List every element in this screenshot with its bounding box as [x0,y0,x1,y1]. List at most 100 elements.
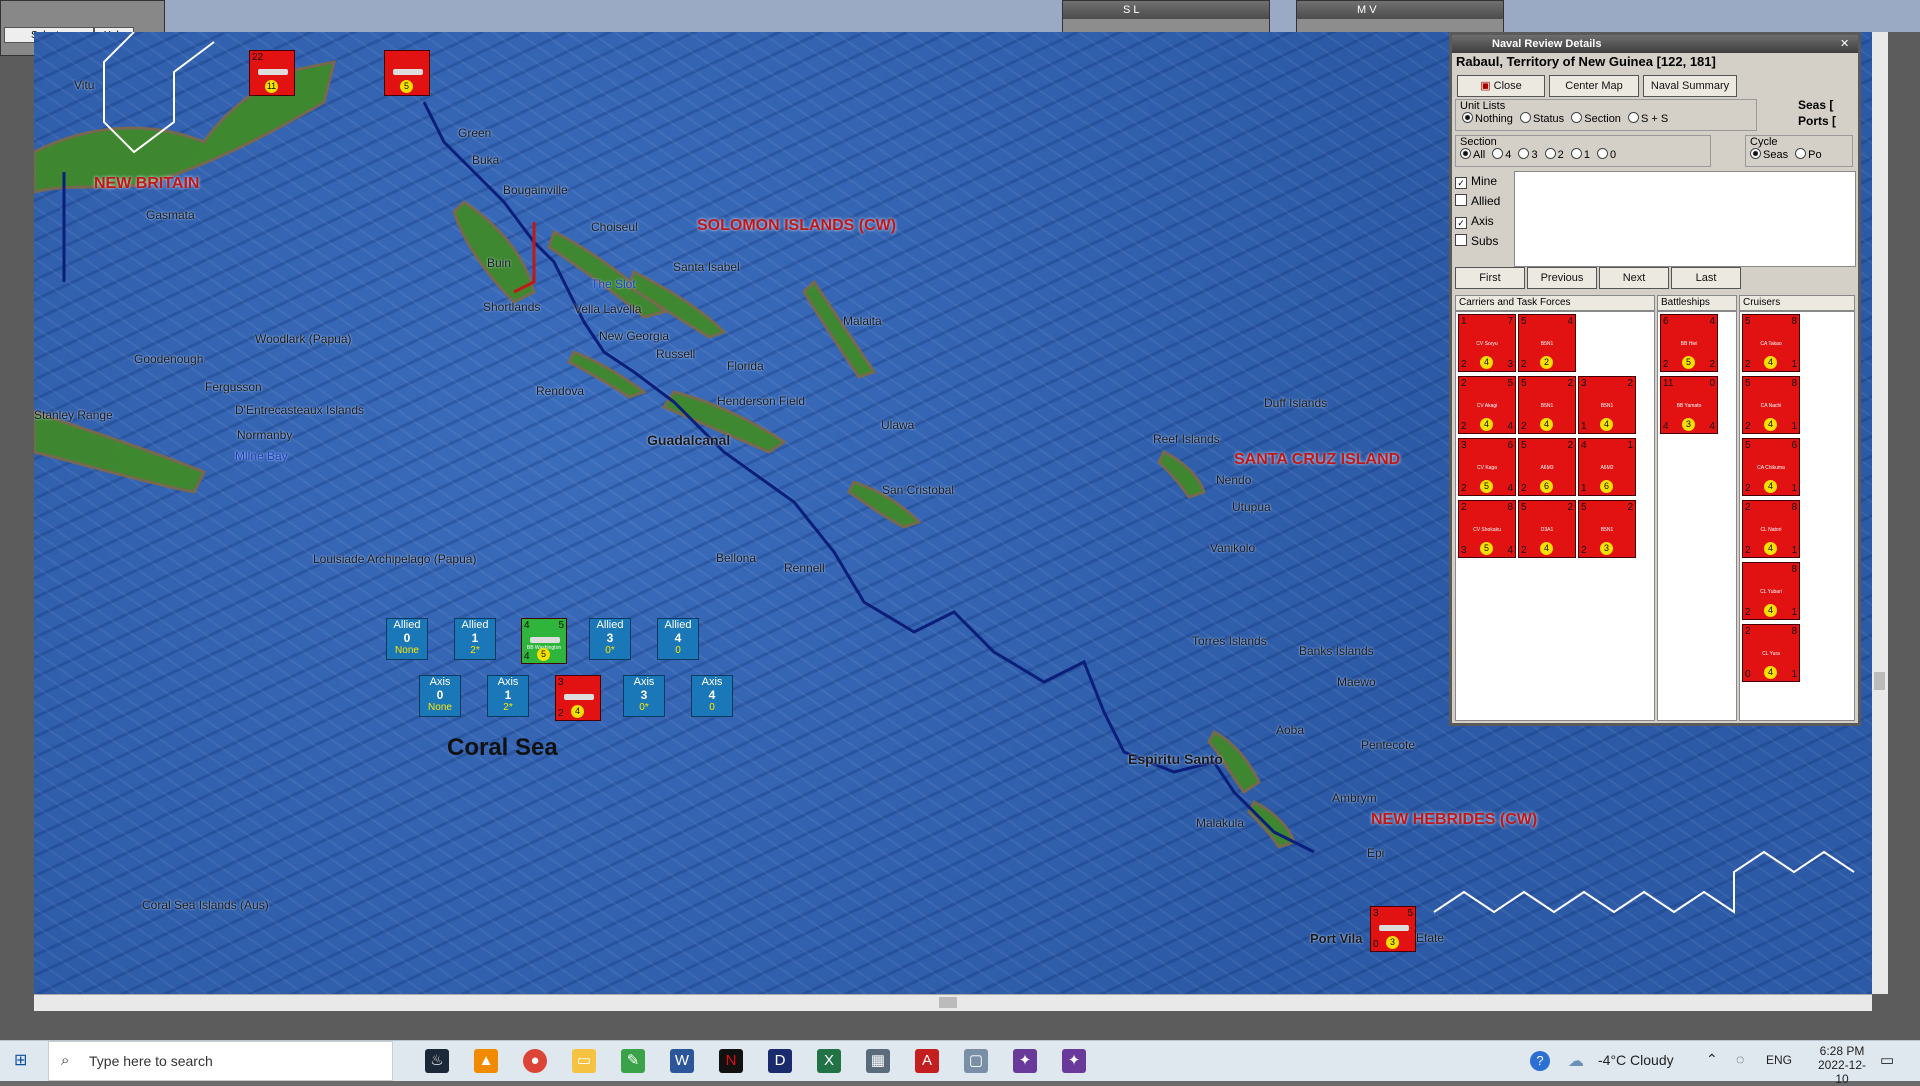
unit-value-br: 2 [1709,359,1715,370]
vlc-icon[interactable]: ▲ [474,1049,498,1073]
language-indicator[interactable]: ENG [1766,1053,1792,1067]
allied-section-box[interactable]: Allied 3 0* [589,618,631,660]
game-app-icon-active[interactable]: ✦ [1062,1049,1086,1073]
windows-start-icon[interactable]: ⊞ [14,1052,32,1070]
previous-button[interactable]: Previous [1527,267,1597,289]
last-button[interactable]: Last [1671,267,1741,289]
radio-4[interactable] [1492,148,1504,159]
filter-mine[interactable]: ✓ Mine [1455,171,1513,191]
unit-strength: 4 [1600,418,1613,431]
cruiser-unit-counter[interactable]: 2 8 CL Natori 2 4 1 [1742,500,1800,558]
allied-section-box[interactable]: Allied 1 2* [454,618,496,660]
allied-section-box[interactable]: Allied 0 None [386,618,428,660]
battleship-unit-counter[interactable]: 6 4 BB Hiei 2 5 2 [1660,314,1718,372]
center-map-button[interactable]: Center Map [1549,75,1639,97]
game-app-icon[interactable]: ✦ [1013,1049,1037,1073]
axis-section-box[interactable]: Axis 1 2* [487,675,529,717]
close-button-icon: ▣ [1480,80,1494,92]
cruiser-unit-counter[interactable]: 8 CL Yubari 2 4 1 [1742,562,1800,620]
close-button[interactable]: ▣ Close [1457,75,1545,97]
naval-summary-button[interactable]: Naval Summary [1643,75,1737,97]
chevron-up-icon[interactable]: ⌃ [1706,1051,1718,1068]
cruiser-unit-counter[interactable]: 2 8 CL Yura 0 4 1 [1742,624,1800,682]
naval-review-panel[interactable]: Naval Review Details ✕ Rabaul, Territory… [1449,32,1861,726]
counter-green-air[interactable]: 5 [384,50,430,96]
next-button[interactable]: Next [1599,267,1669,289]
axis-section-box[interactable]: Axis 4 0 [691,675,733,717]
unit-value-tr: 4 [1709,316,1715,327]
radio-ports[interactable] [1795,148,1807,159]
unit-value-bl: 2 [1663,359,1669,370]
pdf-reader-icon[interactable]: A [915,1049,939,1073]
scroll-thumb[interactable] [939,997,957,1008]
carrier-unit-counter[interactable]: 5 2 B5N1 2 3 [1578,500,1636,558]
axis-section-box[interactable]: Axis 3 0* [623,675,665,717]
scroll-thumb[interactable] [1874,672,1885,690]
carriers-list[interactable]: 1 7 CV Soryu 2 4 3 5 4 B5N1 2 2 2 5 CV Akagi 2 4 4 52B… [1455,311,1655,721]
cruiser-unit-counter[interactable]: 5 8 CA Nachi 2 4 1 [1742,376,1800,434]
network-icon[interactable]: ◌ [1736,1051,1744,1067]
carrier-unit-counter[interactable]: 3 6 CV Kaga 2 5 4 [1458,438,1516,496]
radio-all[interactable] [1460,148,1471,159]
mini-window-mv[interactable]: M V [1296,0,1504,36]
close-icon[interactable]: ✕ [1840,38,1852,50]
notification-icon[interactable]: ▭ [1880,1051,1894,1069]
chrome-icon[interactable]: ● [523,1049,547,1073]
allied-section-box[interactable]: Allied 4 0 [657,618,699,660]
counter-rabaul-air[interactable]: 22 11 [249,50,295,96]
battleships-list[interactable]: 6 4 BB Hiei 2 5 2 11 0 BB Yamato 4 3 4 [1657,311,1737,721]
radio-2[interactable] [1544,148,1556,159]
carrier-unit-counter[interactable]: 3 2 B5N1 1 4 [1578,376,1636,434]
carrier-unit-counter[interactable]: 4 1 A6M2 1 6 [1578,438,1636,496]
notepad-icon[interactable]: ✎ [621,1049,645,1073]
unit-strength: 4 [1764,666,1777,679]
filter-axis[interactable]: ✓ Axis [1455,211,1513,231]
unit-strength: 4 [1764,418,1777,431]
carrier-unit-counter[interactable]: 5 4 B5N1 2 2 [1518,314,1576,372]
unit-value-br: 4 [1507,545,1513,556]
netflix-icon[interactable]: N [719,1049,743,1073]
carrier-unit-counter[interactable]: 2 5 CV Akagi 2 4 4 [1458,376,1516,434]
cruiser-unit-counter[interactable]: 5 8 CA Takao 2 4 1 [1742,314,1800,372]
steam-icon[interactable]: ♨ [425,1049,449,1073]
carrier-unit-counter[interactable]: 2 8 CV Shokaku 3 5 4 [1458,500,1516,558]
first-button[interactable]: First [1455,267,1525,289]
radio-status[interactable] [1519,112,1531,123]
help-icon[interactable]: ? [1530,1051,1550,1071]
filter-allied[interactable]: Allied [1455,191,1513,211]
filter-subs[interactable]: Subs [1455,231,1513,251]
radio-3[interactable] [1518,148,1530,159]
radio-0[interactable] [1597,148,1609,159]
carrier-unit-counter[interactable]: 5 2 B5N1 2 4 [1518,376,1576,434]
radio-section[interactable] [1571,112,1583,123]
cruiser-unit-counter[interactable]: 5 6 CA Chikuma 2 4 1 [1742,438,1800,496]
weather-text[interactable]: -4°C Cloudy [1598,1052,1674,1068]
counter-axis-coral[interactable]: 3 2 4 [555,675,601,721]
radio-nothing[interactable] [1462,112,1473,123]
map-horizontal-scrollbar[interactable] [34,994,1872,1011]
carrier-unit-counter[interactable]: 5 2 A6M3 2 6 [1518,438,1576,496]
unit-value-tl: 4 [1581,440,1587,451]
counter-allied-task-force[interactable]: 4 5 4 BB Washington 5 [521,618,567,664]
taskbar-search-input[interactable]: ⌕ Type here to search [48,1041,393,1081]
cruisers-list[interactable]: 5 8 CA Takao 2 4 1 5 8 CA Nachi 2 4 1 5 6 CA Chikuma… [1739,311,1855,721]
mini-window-sl[interactable]: S L [1062,0,1270,36]
file-explorer-icon[interactable]: ▭ [572,1049,596,1073]
excel-icon[interactable]: X [817,1049,841,1073]
axis-section-box[interactable]: Axis 0 None [419,675,461,717]
calculator-icon[interactable]: ▦ [866,1049,890,1073]
window-app-icon[interactable]: ▢ [964,1049,988,1073]
counter-axis-efate[interactable]: 3 5 0 3 [1370,906,1416,952]
word-icon[interactable]: W [670,1049,694,1073]
battleship-unit-counter[interactable]: 11 0 BB Yamato 4 3 4 [1660,376,1718,434]
radio-s-plus-s[interactable] [1628,112,1639,123]
disney-plus-icon[interactable]: D [768,1049,792,1073]
radio-seas[interactable] [1750,148,1761,159]
carrier-unit-counter[interactable]: 5 2 D3A1 2 4 [1518,500,1576,558]
radio-1[interactable] [1570,148,1582,159]
carrier-unit-counter[interactable]: 1 7 CV Soryu 2 4 3 [1458,314,1516,372]
unit-value-tl: 5 [1745,316,1751,327]
map-vertical-scrollbar[interactable] [1872,32,1888,994]
box-label: Allied [596,619,624,631]
unit-value-tr: 0 [1709,378,1715,389]
